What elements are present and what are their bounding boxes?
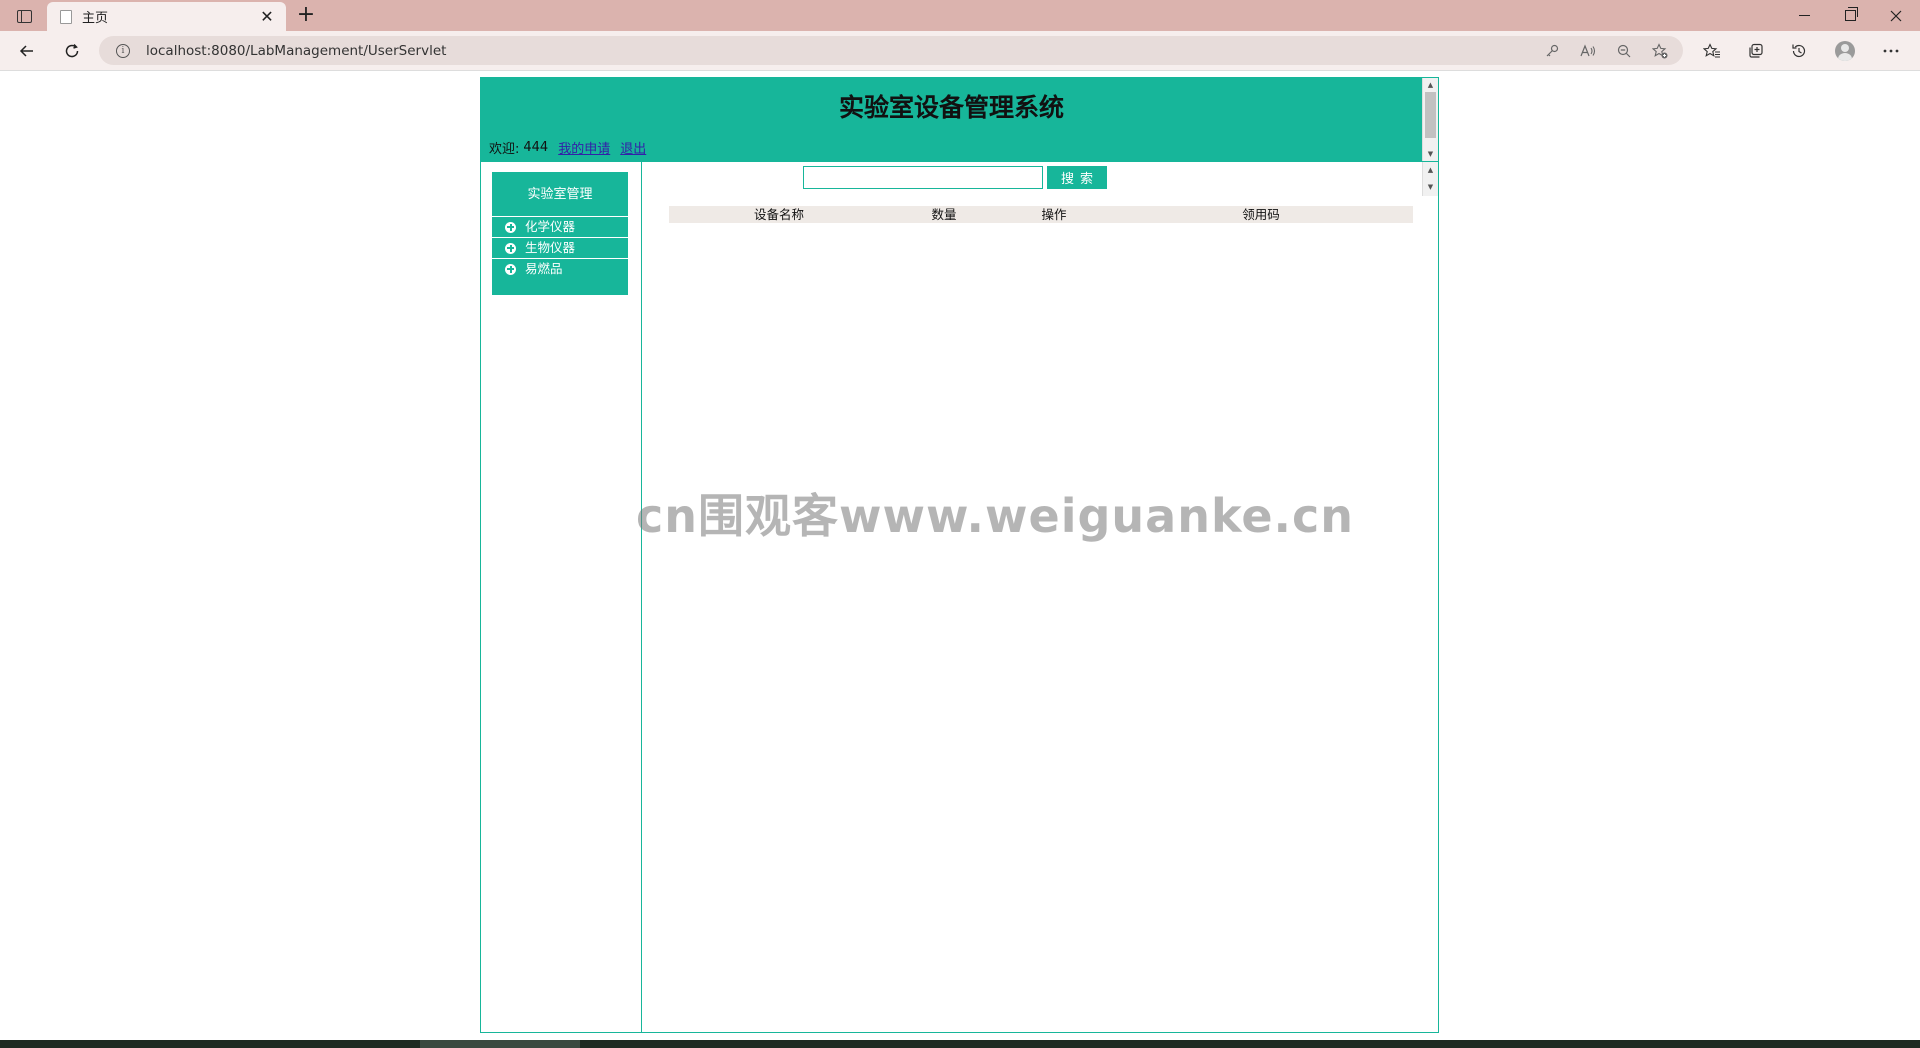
plus-circle-icon: [505, 221, 516, 233]
scroll-up-icon[interactable]: ▲: [1423, 162, 1438, 179]
sidebar-menu-title[interactable]: 实验室管理: [492, 172, 628, 217]
my-applications-link[interactable]: 我的申请: [558, 138, 610, 157]
favorites-icon[interactable]: [1698, 37, 1726, 65]
welcome-bar: 欢迎: 444 我的申请 退出: [489, 138, 646, 157]
url-text[interactable]: localhost:8080/LabManagement/UserServlet: [146, 43, 1539, 59]
page-icon: [60, 9, 72, 24]
add-favorite-icon[interactable]: [1647, 38, 1673, 64]
scroll-down-icon[interactable]: ▼: [1423, 147, 1438, 161]
key-icon[interactable]: [1539, 38, 1565, 64]
profile-avatar[interactable]: [1831, 37, 1859, 65]
back-button[interactable]: [13, 37, 41, 65]
username: 444: [523, 140, 549, 155]
window-close-button[interactable]: [1874, 0, 1918, 31]
tab-actions-icon[interactable]: [10, 6, 38, 26]
search-button[interactable]: 搜索: [1047, 166, 1107, 189]
plus-circle-icon: [505, 263, 516, 275]
minimize-button[interactable]: [1782, 0, 1826, 31]
close-icon[interactable]: ✕: [258, 7, 276, 26]
browser-tab[interactable]: 主页 ✕: [47, 2, 286, 31]
browser-tab-bar: 主页 ✕ +: [0, 0, 1920, 31]
sidebar-item-label: 生物仪器: [525, 240, 576, 255]
sidebar-item-label: 化学仪器: [525, 219, 576, 234]
zoom-out-icon[interactable]: [1611, 38, 1637, 64]
page-title: 实验室设备管理系统: [838, 93, 1064, 122]
sidebar-item-biological-instruments[interactable]: 生物仪器: [492, 238, 628, 259]
tab-title: 主页: [82, 11, 109, 26]
main-content: 搜索 ▲ ▼ 设备名称 数量 操作 领用码: [642, 162, 1438, 1032]
scroll-up-icon[interactable]: ▲: [1423, 78, 1438, 92]
column-header-actions: 操作: [999, 206, 1109, 223]
column-header-pickup-code: 领用码: [1109, 206, 1413, 223]
sidebar-item-label: 易燃品: [525, 261, 563, 276]
more-options-icon[interactable]: [1877, 37, 1905, 65]
sidebar: 实验室管理 化学仪器 生物仪器 易燃品: [481, 162, 642, 1032]
history-icon[interactable]: [1785, 37, 1813, 65]
equipment-table: 设备名称 数量 操作 领用码: [669, 206, 1413, 223]
sidebar-menu: 实验室管理 化学仪器 生物仪器 易燃品: [492, 172, 628, 295]
taskbar: [0, 1040, 1920, 1048]
header-scrollbar[interactable]: ▲ ▼: [1422, 78, 1438, 161]
logout-link[interactable]: 退出: [620, 138, 646, 157]
taskbar-active-item[interactable]: [420, 1040, 580, 1048]
restore-button[interactable]: [1828, 0, 1872, 31]
table-header-row: 设备名称 数量 操作 领用码: [669, 206, 1413, 223]
sidebar-item-flammables[interactable]: 易燃品: [492, 259, 628, 279]
info-icon[interactable]: i: [116, 43, 130, 58]
scroll-thumb[interactable]: [1425, 92, 1436, 138]
column-header-quantity: 数量: [889, 206, 999, 223]
plus-circle-icon: [505, 242, 516, 254]
scroll-down-icon[interactable]: ▼: [1423, 179, 1438, 196]
reload-button[interactable]: [58, 37, 86, 65]
url-field[interactable]: i localhost:8080/LabManagement/UserServl…: [99, 36, 1683, 65]
collections-icon[interactable]: [1742, 37, 1770, 65]
watermark: cn围观客www.weiguanke.cn: [636, 489, 1355, 543]
new-tab-button[interactable]: +: [294, 3, 318, 27]
sidebar-item-chemical-instruments[interactable]: 化学仪器: [492, 217, 628, 238]
read-aloud-icon[interactable]: [1575, 38, 1601, 64]
header: 实验室设备管理系统 欢迎: 444 我的申请 退出: [481, 78, 1422, 161]
main-scrollbar[interactable]: ▲ ▼: [1422, 162, 1438, 196]
app-frame: 实验室设备管理系统 欢迎: 444 我的申请 退出 ▲ ▼ 实验室管理 化学仪器…: [480, 77, 1439, 1033]
welcome-label: 欢迎:: [489, 142, 520, 157]
search-input[interactable]: [803, 166, 1043, 189]
address-bar: i localhost:8080/LabManagement/UserServl…: [0, 31, 1920, 71]
column-header-equipment-name: 设备名称: [669, 206, 889, 223]
